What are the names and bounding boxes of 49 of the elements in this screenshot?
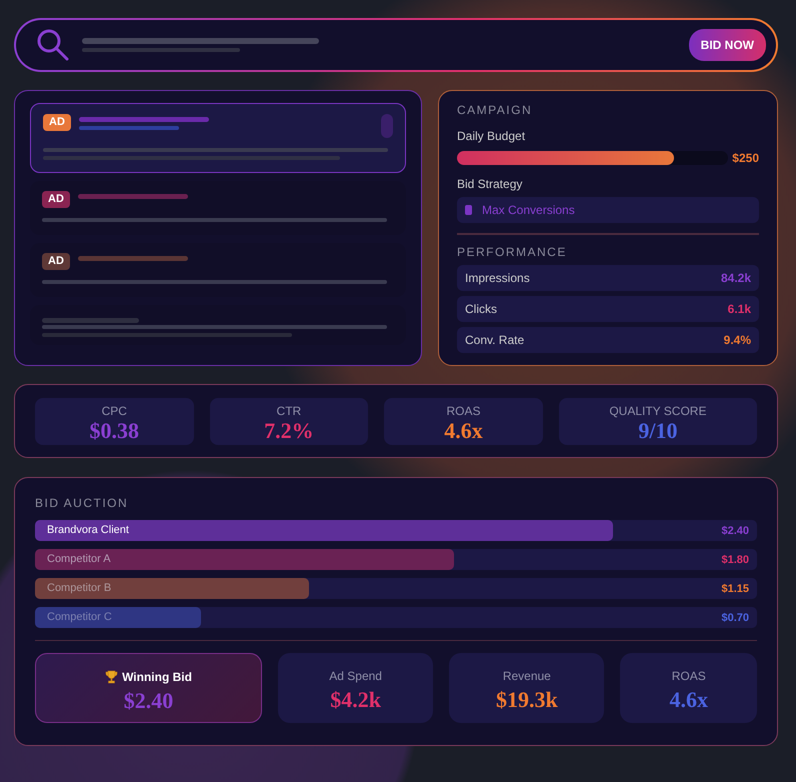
bid-bar: Competitor A xyxy=(35,549,454,570)
ad-card[interactable]: AD xyxy=(30,243,406,297)
bid-value: $1.15 xyxy=(721,582,749,597)
metric-label: CPC xyxy=(100,402,128,420)
summary-value: $4.2k xyxy=(329,689,382,711)
summary-value: $2.40 xyxy=(122,690,174,712)
metric-value: 9.4% xyxy=(724,332,751,349)
bid-bar: Competitor C xyxy=(35,607,202,628)
ad-badge: AD xyxy=(43,114,71,132)
budget-value: $250 xyxy=(732,150,759,167)
metric-label: QUALITY SCORE xyxy=(608,402,708,420)
search-bar[interactable]: BID NOW xyxy=(14,18,778,72)
metric-label: ROAS xyxy=(445,402,482,420)
trophy-icon xyxy=(105,670,118,684)
section-heading: BID AUCTION xyxy=(35,495,130,512)
strategy-value: Max Conversions xyxy=(482,202,575,219)
summary-label: Winning Bid xyxy=(122,669,192,686)
ad-badge: AD xyxy=(42,253,70,270)
metric-value: 4.6x xyxy=(443,420,484,442)
ad-badge: AD xyxy=(42,191,70,208)
bid-bar: Competitor B xyxy=(35,578,310,599)
metric-value: 6.1k xyxy=(728,301,751,318)
field-label: Bid Strategy xyxy=(457,176,524,193)
metric-value: $0.38 xyxy=(88,420,140,442)
scroll-handle[interactable] xyxy=(381,114,393,138)
metric-label: Impressions xyxy=(465,270,530,287)
bid-value: $2.40 xyxy=(721,524,749,539)
search-icon xyxy=(36,28,70,62)
summary-label: Ad Spend xyxy=(329,668,382,685)
section-heading: CAMPAIGN xyxy=(457,102,534,119)
summary-value: 4.6x xyxy=(668,689,709,711)
metric-value: 9/10 xyxy=(637,420,678,442)
summary-value: $19.3k xyxy=(494,689,559,711)
section-heading: PERFORMANCE xyxy=(457,244,568,261)
metric-label: CTR xyxy=(276,402,302,420)
summary-label: Revenue xyxy=(502,668,551,685)
field-label: Daily Budget xyxy=(457,128,526,145)
metric-label: Clicks xyxy=(465,301,497,318)
bid-bar: Brandvora Client xyxy=(35,520,613,541)
bid-now-button[interactable]: BID NOW xyxy=(688,29,766,61)
ad-card[interactable] xyxy=(30,305,406,345)
metric-value: 84.2k xyxy=(720,270,751,287)
bid-value: $0.70 xyxy=(721,611,749,626)
strategy-icon xyxy=(465,205,472,215)
metric-label: Conv. Rate xyxy=(465,332,524,349)
summary-label: ROAS xyxy=(672,668,706,685)
bid-value: $1.80 xyxy=(721,553,749,568)
ad-card[interactable]: AD xyxy=(30,181,406,235)
metric-value: 7.2% xyxy=(263,420,315,442)
